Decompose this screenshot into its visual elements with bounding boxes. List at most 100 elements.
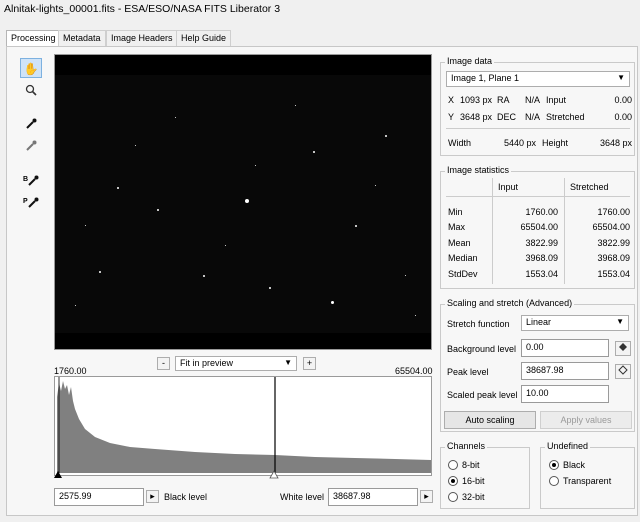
background-picker-button[interactable] [615, 341, 631, 356]
width-label: Width [448, 138, 472, 148]
paint-bucket-outline-icon [618, 365, 628, 375]
scaling-title: Scaling and stretch (Advanced) [445, 298, 575, 308]
ra-label: RA [497, 95, 510, 105]
peak-level-label: Peak level [447, 367, 489, 377]
undefined-title: Undefined [545, 441, 591, 451]
stats-row-input: 3822.99 [525, 238, 558, 248]
background-level-label: Background level [447, 344, 517, 354]
image-preview[interactable] [54, 54, 432, 350]
image-plane-select[interactable]: Image 1, Plane 1 ▼ [446, 71, 630, 87]
width-value: 5440 px [503, 138, 536, 148]
x-value: 1093 px [460, 95, 493, 105]
white-level-input[interactable]: 38687.98 [328, 488, 418, 506]
image-statistics-title: Image statistics [445, 165, 512, 175]
divider [446, 128, 630, 129]
stats-row-label: Min [448, 207, 463, 217]
undefined-black-label: Black [563, 460, 586, 470]
scaled-peak-level-input[interactable]: 10.00 [521, 385, 609, 403]
paint-bucket-icon [619, 343, 627, 351]
channel-8bit-radio[interactable] [448, 460, 458, 470]
svg-text:B: B [23, 176, 28, 183]
chevron-down-icon: ▼ [616, 317, 624, 326]
channel-16bit-radio[interactable] [448, 476, 458, 486]
input-label: Input [546, 95, 567, 105]
tab-help-guide[interactable]: Help Guide [176, 30, 232, 46]
tab-metadata[interactable]: Metadata [58, 30, 106, 46]
stretch-function-value: Linear [526, 317, 552, 327]
zoom-icon[interactable] [20, 80, 42, 100]
divider [492, 178, 493, 284]
chevron-down-icon: ▼ [284, 358, 292, 367]
peak-level-input[interactable]: 38687.98 [521, 362, 609, 380]
stretch-function-select[interactable]: Linear ▼ [521, 315, 629, 331]
stats-row-input: 1760.00 [525, 207, 558, 217]
stats-row-stretched: 1760.00 [597, 207, 630, 217]
auto-scaling-button[interactable]: Auto scaling [444, 411, 536, 429]
image-data-title: Image data [445, 56, 495, 66]
tab-image-headers[interactable]: Image Headers [106, 30, 178, 46]
stats-row-input: 3968.09 [525, 253, 558, 263]
input-value: 0.00 [614, 95, 632, 105]
undefined-transparent-label: Transparent [563, 476, 612, 486]
stats-row-label: Median [448, 253, 478, 263]
black-level-menu-button[interactable]: ▸ [146, 490, 159, 503]
black-level-label: Black level [164, 492, 208, 502]
channel-32bit-radio[interactable] [448, 492, 458, 502]
stats-row-label: Max [448, 222, 466, 232]
eyedropper-background-icon[interactable]: B [20, 170, 42, 190]
chevron-down-icon: ▼ [617, 73, 625, 82]
histogram[interactable] [54, 376, 432, 476]
eyedropper-black-icon[interactable] [20, 114, 42, 134]
dec-value: N/A [525, 112, 541, 122]
stats-row-stretched: 3968.09 [597, 253, 630, 263]
stretch-function-label: Stretch function [447, 319, 510, 329]
channel-32bit-label: 32-bit [462, 492, 485, 502]
white-level-menu-button[interactable]: ▸ [420, 490, 433, 503]
zoom-select-value: Fit in preview [180, 358, 234, 368]
divider [446, 196, 630, 197]
stats-row-stretched: 65504.00 [592, 222, 630, 232]
window-title: Alnitak-lights_00001.fits - ESA/ESO/NASA… [4, 3, 281, 15]
apply-values-button[interactable]: Apply values [540, 411, 632, 429]
zoom-select[interactable]: Fit in preview ▼ [175, 356, 297, 371]
dec-label: DEC [497, 112, 517, 122]
histogram-min-label: 1760.00 [54, 366, 87, 376]
stats-row-stretched: 1553.04 [597, 269, 630, 279]
stats-row-input: 65504.00 [520, 222, 558, 232]
divider [564, 178, 565, 284]
stretched-value: 0.00 [614, 112, 632, 122]
stretched-label: Stretched [546, 112, 585, 122]
y-value: 3648 px [460, 112, 493, 122]
stats-row-label: Mean [448, 238, 471, 248]
height-label: Height [542, 138, 569, 148]
undefined-transparent-radio[interactable] [549, 476, 559, 486]
eyedropper-white-icon[interactable] [20, 136, 42, 156]
black-level-input[interactable]: 2575.99 [54, 488, 144, 506]
peak-picker-button[interactable] [615, 364, 631, 379]
eyedropper-peak-icon[interactable]: P [20, 192, 42, 212]
white-level-label: White level [280, 492, 325, 502]
histogram-max-label: 65504.00 [395, 366, 433, 376]
level-slider-track[interactable] [54, 470, 434, 480]
channel-16bit-label: 16-bit [462, 476, 485, 486]
x-label: X [448, 95, 455, 105]
zoom-in-button[interactable]: + [303, 357, 316, 370]
star-field-image [55, 75, 431, 333]
stats-col-input: Input [498, 182, 519, 192]
stats-row-stretched: 3822.99 [597, 238, 630, 248]
ra-value: N/A [525, 95, 541, 105]
zoom-out-button[interactable]: - [157, 357, 170, 370]
hand-icon[interactable]: ✋ [20, 58, 42, 78]
stats-row-input: 1553.04 [525, 269, 558, 279]
height-value: 3648 px [599, 138, 632, 148]
undefined-black-radio[interactable] [549, 460, 559, 470]
svg-text:P: P [23, 198, 28, 205]
background-level-input[interactable]: 0.00 [521, 339, 609, 357]
channel-8bit-label: 8-bit [462, 460, 480, 470]
image-plane-select-value: Image 1, Plane 1 [451, 73, 520, 83]
stats-row-label: StdDev [448, 269, 478, 279]
scaled-peak-level-label: Scaled peak level [447, 390, 518, 400]
channels-title: Channels [445, 441, 488, 451]
stats-col-stretched: Stretched [570, 182, 609, 192]
tab-processing[interactable]: Processing [6, 30, 61, 47]
